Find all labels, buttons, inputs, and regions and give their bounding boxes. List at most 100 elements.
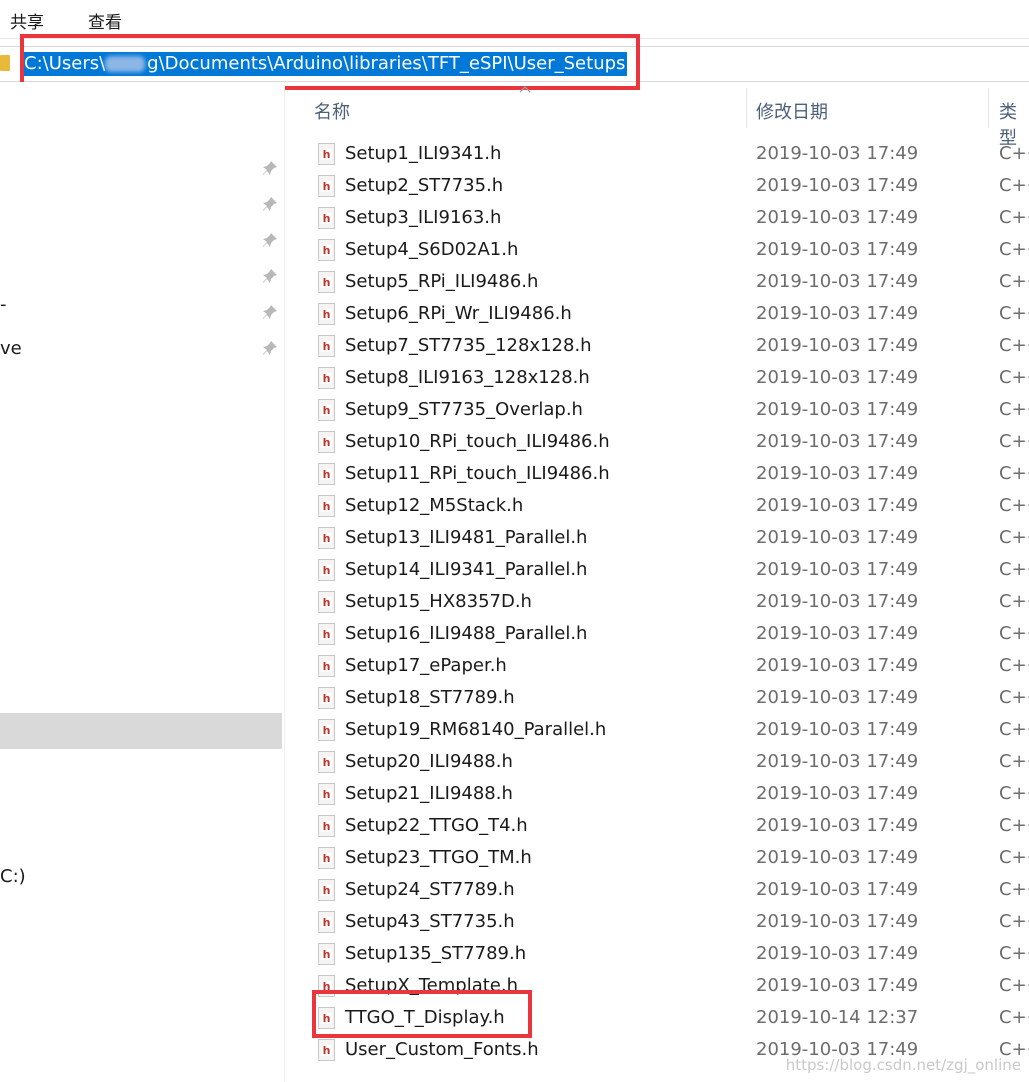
- header-file-icon: h: [318, 367, 335, 389]
- file-row[interactable]: h Setup21_ILI9488.h 2019-10-03 17:49 C++: [300, 778, 1029, 810]
- file-row[interactable]: h Setup10_RPi_touch_ILI9486.h 2019-10-03 1…: [300, 426, 1029, 458]
- nav-item-fragment[interactable]: ve: [0, 338, 22, 359]
- pane-divider[interactable]: [284, 82, 285, 1082]
- file-row[interactable]: h Setup20_ILI9488.h 2019-10-03 17:49 C++: [300, 746, 1029, 778]
- file-name[interactable]: Setup3_ILI9163.h: [345, 207, 501, 228]
- column-separator[interactable]: [988, 88, 989, 128]
- file-row[interactable]: h Setup13_ILI9481_Parallel.h 2019-10-03 17…: [300, 522, 1029, 554]
- pin-icon[interactable]: [262, 340, 278, 356]
- file-name[interactable]: Setup5_RPi_ILI9486.h: [345, 271, 538, 292]
- file-row[interactable]: h Setup14_ILI9341_Parallel.h 2019-10-03 17…: [300, 554, 1029, 586]
- file-name[interactable]: TTGO_T_Display.h: [345, 1007, 505, 1028]
- file-name[interactable]: Setup12_M5Stack.h: [345, 495, 523, 516]
- file-name[interactable]: Setup2_ST7735.h: [345, 175, 503, 196]
- column-header-modified[interactable]: 修改日期: [756, 98, 828, 124]
- file-name[interactable]: Setup19_RM68140_Parallel.h: [345, 719, 606, 740]
- pin-icon[interactable]: [262, 232, 278, 248]
- nav-item-selected[interactable]: [0, 713, 282, 749]
- file-row[interactable]: h Setup135_ST7789.h 2019-10-03 17:49 C++: [300, 938, 1029, 970]
- file-name[interactable]: Setup24_ST7789.h: [345, 879, 515, 900]
- file-row[interactable]: h Setup16_ILI9488_Parallel.h 2019-10-03 17…: [300, 618, 1029, 650]
- file-row[interactable]: h Setup11_RPi_touch_ILI9486.h 2019-10-03 1…: [300, 458, 1029, 490]
- header-file-letter: h: [321, 372, 332, 385]
- file-row[interactable]: h Setup18_ST7789.h 2019-10-03 17:49 C++: [300, 682, 1029, 714]
- file-name[interactable]: Setup1_ILI9341.h: [345, 143, 501, 164]
- file-row[interactable]: h Setup7_ST7735_128x128.h 2019-10-03 17:49…: [300, 330, 1029, 362]
- file-name[interactable]: Setup20_ILI9488.h: [345, 751, 513, 772]
- file-name[interactable]: Setup6_RPi_Wr_ILI9486.h: [345, 303, 572, 324]
- header-file-icon: h: [318, 591, 335, 613]
- file-name[interactable]: Setup22_TTGO_T4.h: [345, 815, 528, 836]
- address-bar[interactable]: C:\Users\ g\Documents\Arduino\libraries\T…: [0, 46, 1029, 82]
- file-type: C++: [999, 623, 1029, 644]
- file-modified-date: 2019-10-03 17:49: [756, 463, 919, 484]
- file-row[interactable]: h Setup9_ST7735_Overlap.h 2019-10-03 17:49…: [300, 394, 1029, 426]
- tab-view[interactable]: 查看: [88, 8, 122, 33]
- file-name[interactable]: Setup4_S6D02A1.h: [345, 239, 518, 260]
- file-name[interactable]: Setup17_ePaper.h: [345, 655, 507, 676]
- nav-item-fragment[interactable]: -: [0, 294, 7, 315]
- pin-icon[interactable]: [262, 196, 278, 212]
- header-file-letter: h: [321, 916, 332, 929]
- file-name[interactable]: User_Custom_Fonts.h: [345, 1039, 539, 1060]
- file-modified-date: 2019-10-03 17:49: [756, 303, 919, 324]
- file-name[interactable]: Setup9_ST7735_Overlap.h: [345, 399, 583, 420]
- file-name[interactable]: Setup21_ILI9488.h: [345, 783, 513, 804]
- file-modified-date: 2019-10-14 12:37: [756, 1007, 919, 1028]
- pin-icon[interactable]: [262, 304, 278, 320]
- file-name[interactable]: Setup43_ST7735.h: [345, 911, 515, 932]
- header-file-icon: h: [318, 1007, 335, 1029]
- file-type: C++: [999, 1007, 1029, 1028]
- sort-up-icon[interactable]: [518, 84, 532, 94]
- file-type: C++: [999, 303, 1029, 324]
- file-name[interactable]: Setup18_ST7789.h: [345, 687, 515, 708]
- file-name[interactable]: Setup13_ILI9481_Parallel.h: [345, 527, 587, 548]
- file-name[interactable]: Setup10_RPi_touch_ILI9486.h: [345, 431, 610, 452]
- column-separator[interactable]: [746, 88, 747, 128]
- header-file-icon: h: [318, 943, 335, 965]
- file-row[interactable]: h Setup1_ILI9341.h 2019-10-03 17:49 C++: [300, 138, 1029, 170]
- file-name[interactable]: Setup8_ILI9163_128x128.h: [345, 367, 590, 388]
- file-row[interactable]: h Setup3_ILI9163.h 2019-10-03 17:49 C++: [300, 202, 1029, 234]
- file-name[interactable]: Setup16_ILI9488_Parallel.h: [345, 623, 587, 644]
- file-row[interactable]: h Setup22_TTGO_T4.h 2019-10-03 17:49 C++: [300, 810, 1029, 842]
- file-name[interactable]: Setup14_ILI9341_Parallel.h: [345, 559, 587, 580]
- file-row[interactable]: h Setup12_M5Stack.h 2019-10-03 17:49 C++: [300, 490, 1029, 522]
- nav-item-local-disk[interactable]: C:): [0, 866, 26, 887]
- file-row[interactable]: h Setup17_ePaper.h 2019-10-03 17:49 C++: [300, 650, 1029, 682]
- file-modified-date: 2019-10-03 17:49: [756, 879, 919, 900]
- file-type: C++: [999, 847, 1029, 868]
- file-row[interactable]: h Setup4_S6D02A1.h 2019-10-03 17:49 C++: [300, 234, 1029, 266]
- pin-icon[interactable]: [262, 160, 278, 176]
- file-row[interactable]: h Setup2_ST7735.h 2019-10-03 17:49 C++: [300, 170, 1029, 202]
- file-row[interactable]: h SetupX_Template.h 2019-10-03 17:49 C++: [300, 970, 1029, 1002]
- file-name[interactable]: SetupX_Template.h: [345, 975, 518, 996]
- file-name[interactable]: Setup23_TTGO_TM.h: [345, 847, 532, 868]
- file-name[interactable]: Setup7_ST7735_128x128.h: [345, 335, 592, 356]
- pin-icon[interactable]: [262, 268, 278, 284]
- file-row[interactable]: h Setup15_HX8357D.h 2019-10-03 17:49 C++: [300, 586, 1029, 618]
- file-name[interactable]: Setup135_ST7789.h: [345, 943, 526, 964]
- address-path[interactable]: C:\Users\ g\Documents\Arduino\libraries\T…: [24, 52, 628, 76]
- file-row[interactable]: h Setup24_ST7789.h 2019-10-03 17:49 C++: [300, 874, 1029, 906]
- file-row[interactable]: h Setup5_RPi_ILI9486.h 2019-10-03 17:49 C++: [300, 266, 1029, 298]
- watermark: https://blog.csdn.net/zgj_online: [785, 1056, 1021, 1074]
- file-name[interactable]: Setup11_RPi_touch_ILI9486.h: [345, 463, 610, 484]
- header-file-icon: h: [318, 175, 335, 197]
- file-modified-date: 2019-10-03 17:49: [756, 399, 919, 420]
- header-file-letter: h: [321, 628, 332, 641]
- file-name[interactable]: Setup15_HX8357D.h: [345, 591, 532, 612]
- file-type: C++: [999, 207, 1029, 228]
- file-modified-date: 2019-10-03 17:49: [756, 911, 919, 932]
- file-row[interactable]: h Setup43_ST7735.h 2019-10-03 17:49 C++: [300, 906, 1029, 938]
- file-row[interactable]: h Setup23_TTGO_TM.h 2019-10-03 17:49 C++: [300, 842, 1029, 874]
- header-file-letter: h: [321, 756, 332, 769]
- file-row[interactable]: h Setup8_ILI9163_128x128.h 2019-10-03 17:4…: [300, 362, 1029, 394]
- tab-share[interactable]: 共享: [10, 8, 44, 33]
- file-modified-date: 2019-10-03 17:49: [756, 527, 919, 548]
- file-row[interactable]: h Setup19_RM68140_Parallel.h 2019-10-03 17…: [300, 714, 1029, 746]
- file-row[interactable]: h Setup6_RPi_Wr_ILI9486.h 2019-10-03 17:49…: [300, 298, 1029, 330]
- column-header-name[interactable]: 名称: [314, 98, 350, 124]
- file-row[interactable]: h TTGO_T_Display.h 2019-10-14 12:37 C++: [300, 1002, 1029, 1034]
- file-type: C++: [999, 143, 1029, 164]
